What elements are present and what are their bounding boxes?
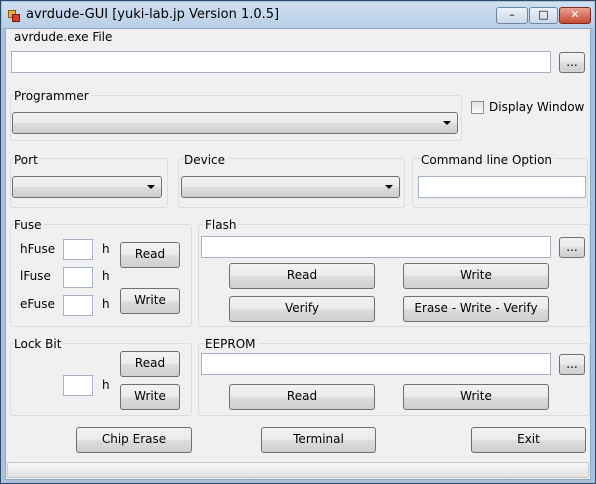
lock-bit-write-button[interactable]: Write <box>120 384 180 410</box>
flash-verify-button[interactable]: Verify <box>229 296 375 322</box>
app-icon <box>8 10 20 22</box>
efuse-hex-suffix: h <box>102 297 110 311</box>
display-window-checkbox[interactable] <box>471 101 484 114</box>
avrdude-file-input[interactable] <box>11 51 551 73</box>
app-window: avrdude-GUI [yuki-lab.jp Version 1.0.5] … <box>0 0 596 484</box>
hfuse-hex-suffix: h <box>102 242 110 256</box>
device-label: Device <box>184 153 228 167</box>
flash-file-input[interactable] <box>201 236 551 258</box>
chevron-down-icon <box>443 121 451 125</box>
maximize-button[interactable]: □ <box>529 7 558 24</box>
lock-bit-label: Lock Bit <box>14 337 64 351</box>
hfuse-label: hFuse <box>20 242 56 256</box>
status-bar <box>7 462 589 478</box>
display-window-label: Display Window <box>489 100 585 114</box>
lfuse-label: lFuse <box>20 269 51 283</box>
window-title: avrdude-GUI [yuki-lab.jp Version 1.0.5] <box>26 7 280 22</box>
hfuse-input[interactable] <box>63 239 93 260</box>
flash-label: Flash <box>205 218 239 232</box>
command-line-input[interactable] <box>418 176 586 198</box>
lock-bit-hex-suffix: h <box>102 378 110 392</box>
fuse-read-button[interactable]: Read <box>120 242 180 268</box>
flash-erase-write-verify-button[interactable]: Erase - Write - Verify <box>403 296 549 322</box>
fuse-label: Fuse <box>14 218 44 232</box>
close-button[interactable]: ✕ <box>559 7 591 24</box>
device-select[interactable] <box>181 176 400 198</box>
fuse-write-button[interactable]: Write <box>120 288 180 314</box>
eeprom-file-input[interactable] <box>201 353 551 375</box>
terminal-button[interactable]: Terminal <box>261 427 376 453</box>
port-select[interactable] <box>12 176 162 198</box>
lfuse-hex-suffix: h <box>102 269 110 283</box>
chip-erase-button[interactable]: Chip Erase <box>76 427 192 453</box>
efuse-input[interactable] <box>63 295 93 316</box>
flash-write-button[interactable]: Write <box>403 263 549 289</box>
exit-button[interactable]: Exit <box>471 427 586 453</box>
programmer-select[interactable] <box>12 112 458 134</box>
lock-bit-read-button[interactable]: Read <box>120 351 180 377</box>
flash-browse-button[interactable]: ... <box>559 237 585 258</box>
lfuse-input[interactable] <box>63 267 93 288</box>
minimize-button[interactable]: – <box>496 7 528 24</box>
lock-bit-input[interactable] <box>63 375 93 396</box>
main-panel: avrdude.exe File ... Programmer Display … <box>5 28 591 480</box>
chevron-down-icon <box>385 185 393 189</box>
programmer-label: Programmer <box>14 89 91 103</box>
avrdude-file-browse-button[interactable]: ... <box>559 52 585 73</box>
avrdude-file-label: avrdude.exe File <box>14 30 113 44</box>
efuse-label: eFuse <box>20 297 55 311</box>
chevron-down-icon <box>147 185 155 189</box>
eeprom-label: EEPROM <box>205 337 258 351</box>
eeprom-browse-button[interactable]: ... <box>559 354 585 375</box>
title-bar[interactable]: avrdude-GUI [yuki-lab.jp Version 1.0.5] … <box>2 2 594 28</box>
flash-read-button[interactable]: Read <box>229 263 375 289</box>
eeprom-read-button[interactable]: Read <box>229 384 375 410</box>
eeprom-write-button[interactable]: Write <box>403 384 549 410</box>
port-label: Port <box>14 153 40 167</box>
command-line-label: Command line Option <box>421 153 555 167</box>
